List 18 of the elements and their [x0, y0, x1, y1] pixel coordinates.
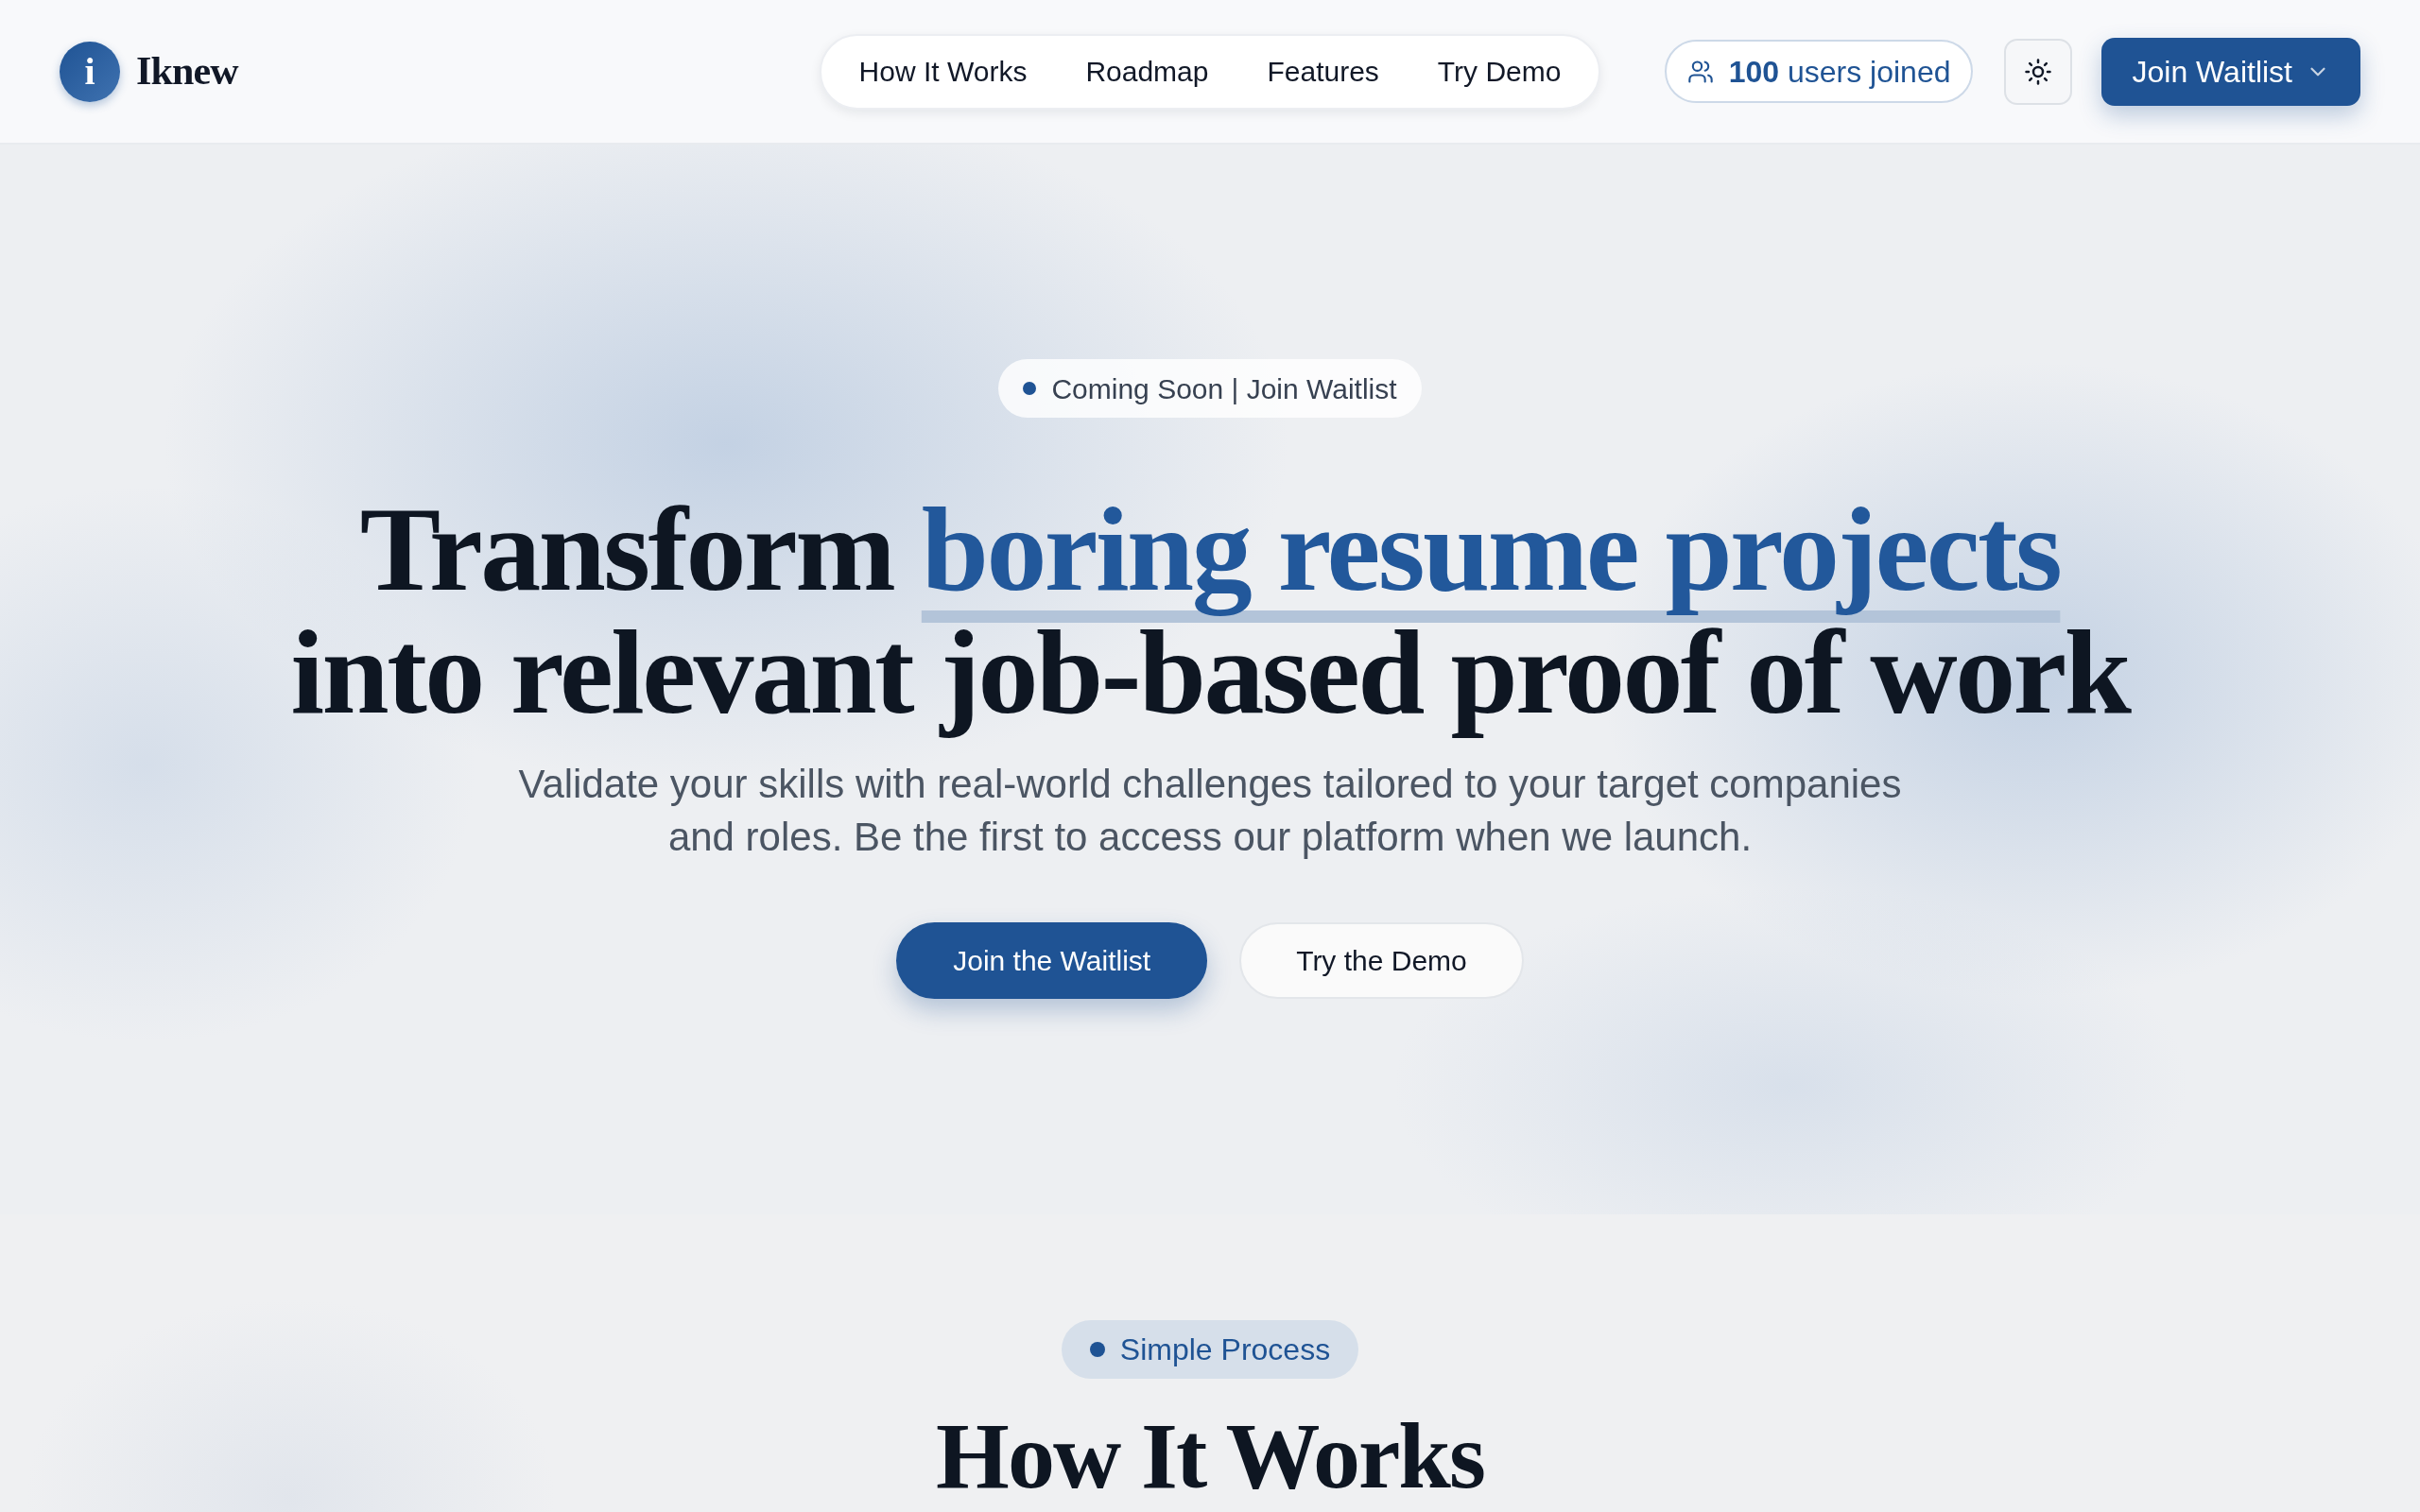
users-joined-text: 100 users joined: [1728, 53, 1951, 91]
theme-toggle-button[interactable]: [2004, 38, 2073, 105]
headline: Transform boring resume projects into relevant job-based proof of work: [289, 481, 2132, 741]
logo-mark[interactable]: i: [60, 41, 120, 102]
badge-text: Coming Soon | Join Waitlist: [1051, 371, 1397, 406]
try-the-demo-button[interactable]: Try the Demo: [1239, 922, 1524, 999]
nav-link[interactable]: Roadmap: [1085, 50, 1209, 93]
join-the-waitlist-button[interactable]: Join the Waitlist: [896, 922, 1208, 999]
logo-text[interactable]: Iknew: [136, 42, 238, 101]
users-icon: [1686, 58, 1714, 85]
nav-link[interactable]: Features: [1267, 50, 1379, 93]
join-waitlist-button[interactable]: Join Waitlist: [2101, 37, 2360, 106]
section-title: How It Works: [936, 1402, 1484, 1510]
section-badge-text: Simple Process: [1119, 1332, 1331, 1368]
nav-link[interactable]: How It Works: [858, 50, 1028, 93]
sun-icon: [2024, 57, 2053, 86]
subtitle: Validate your skills with real-world challenges tailored to your target companies and roles. Be the first to access our platform when we launch.: [517, 761, 1903, 861]
nav-link[interactable]: Try Demo: [1437, 50, 1562, 93]
